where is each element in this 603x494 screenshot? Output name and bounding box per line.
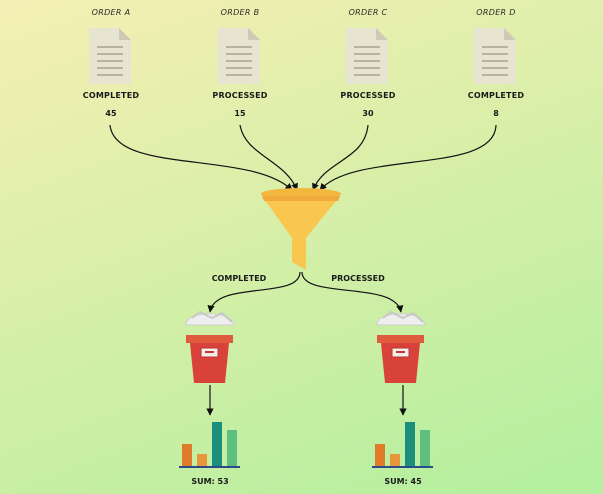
- document-icon: [346, 28, 388, 84]
- order-d-status: COMPLETED: [467, 91, 525, 100]
- order-c-title: ORDER C: [348, 8, 388, 17]
- order-c-count: 30: [362, 109, 374, 118]
- order-a-count: 45: [105, 109, 117, 118]
- sum-processed: SUM: 45: [384, 477, 422, 486]
- connector-order-b: [239, 124, 298, 191]
- order-b-count: 15: [234, 109, 246, 118]
- branch-label-completed: COMPLETED: [211, 274, 267, 283]
- funnel-icon: [261, 188, 341, 270]
- bar-chart-icon-completed: [179, 422, 240, 468]
- document-icon: [474, 28, 516, 84]
- order-a-title: ORDER A: [91, 8, 131, 17]
- order-a-status: COMPLETED: [82, 91, 140, 100]
- branch-label-processed: PROCESSED: [331, 274, 385, 283]
- bar-chart-icon-processed: [372, 422, 433, 468]
- document-icon: [89, 28, 131, 84]
- connector-order-c: [312, 124, 369, 191]
- order-c-status: PROCESSED: [340, 91, 396, 100]
- bin-icon-processed: [376, 310, 426, 383]
- connector-order-a: [109, 124, 293, 191]
- sum-completed: SUM: 53: [191, 477, 229, 486]
- bin-icon-completed: [185, 310, 235, 383]
- document-icon: [218, 28, 260, 84]
- order-b-title: ORDER B: [220, 8, 260, 17]
- order-d-title: ORDER D: [476, 8, 516, 17]
- order-b-status: PROCESSED: [212, 91, 268, 100]
- order-d-count: 8: [493, 109, 499, 118]
